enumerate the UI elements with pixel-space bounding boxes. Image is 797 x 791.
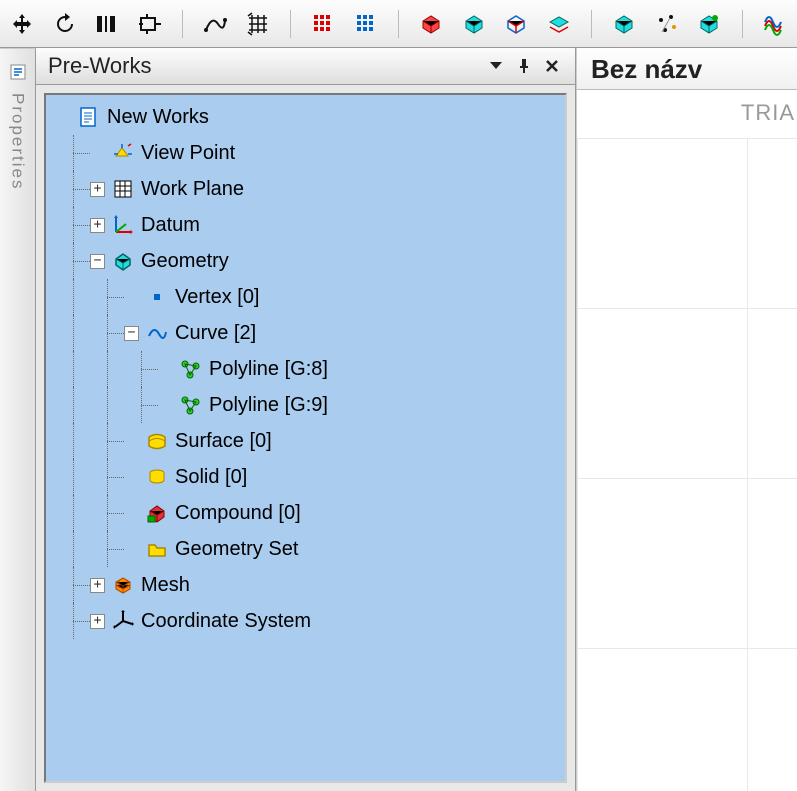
viewpoint-icon <box>111 141 135 165</box>
tree-expander[interactable]: + <box>90 182 105 197</box>
tree-expander[interactable]: + <box>90 218 105 233</box>
mesh-icon <box>111 573 135 597</box>
box-cyan-icon[interactable] <box>459 8 488 40</box>
viewport-panel: Bez názv TRIA <box>576 48 797 791</box>
tree-expander[interactable]: + <box>90 578 105 593</box>
wave-icon[interactable] <box>760 8 789 40</box>
viewport-title: Bez názv <box>577 48 797 90</box>
tree-item[interactable]: Solid [0] <box>48 459 563 495</box>
tree-item[interactable]: + Work Plane <box>48 171 563 207</box>
folder-icon <box>145 537 169 561</box>
doc-icon <box>77 105 101 129</box>
flip-icon[interactable] <box>93 8 122 40</box>
box-red2-icon[interactable] <box>695 8 724 40</box>
tree-item[interactable]: Surface [0] <box>48 423 563 459</box>
viewport-grid[interactable] <box>577 138 797 791</box>
polyline-icon <box>179 357 203 381</box>
solid-icon <box>145 465 169 489</box>
tree-item-label: New Works <box>107 106 209 129</box>
curve-tool-icon[interactable] <box>201 8 230 40</box>
dots-icon[interactable] <box>652 8 681 40</box>
main-toolbar <box>0 0 797 48</box>
pre-works-panel: Pre-Works New Works View Point + Work Plane… <box>36 48 576 791</box>
curve-icon <box>145 321 169 345</box>
grid-icon <box>111 177 135 201</box>
tree-item[interactable]: + Mesh <box>48 567 563 603</box>
offset-icon[interactable] <box>136 8 165 40</box>
tree-item-label: Work Plane <box>141 178 244 201</box>
toolbar-separator <box>742 10 743 38</box>
move-icon[interactable] <box>8 8 37 40</box>
toolbar-separator <box>290 10 291 38</box>
tree-expander[interactable]: + <box>90 614 105 629</box>
tree-expander[interactable]: − <box>90 254 105 269</box>
tree[interactable]: New Works View Point + Work Plane + Datum − Geo… <box>48 99 563 639</box>
matrix-blue-icon[interactable] <box>352 8 381 40</box>
tree-item[interactable]: Geometry Set <box>48 531 563 567</box>
properties-tab[interactable]: Properties <box>0 48 36 791</box>
vertex-icon <box>145 285 169 309</box>
compound-icon <box>145 501 169 525</box>
tree-item[interactable]: Polyline [G:8] <box>48 351 563 387</box>
tree-item[interactable]: New Works <box>48 99 563 135</box>
surface-icon <box>145 429 169 453</box>
panel-dropdown-icon[interactable] <box>485 55 507 77</box>
panel-close-icon[interactable] <box>541 55 563 77</box>
tree-container: New Works View Point + Work Plane + Datum − Geo… <box>44 93 567 783</box>
tree-item[interactable]: − Geometry <box>48 243 563 279</box>
properties-tab-label: Properties <box>8 93 28 190</box>
viewport-subtitle: TRIA <box>577 90 797 126</box>
shape1-icon[interactable] <box>502 8 531 40</box>
matrix-red-icon[interactable] <box>309 8 338 40</box>
tree-item-label: Compound [0] <box>175 502 301 525</box>
tree-item-label: Coordinate System <box>141 610 311 633</box>
datum-icon <box>111 213 135 237</box>
tree-item[interactable]: Polyline [G:9] <box>48 387 563 423</box>
panel-title: Pre-Works <box>48 53 152 79</box>
rotate-icon[interactable] <box>51 8 80 40</box>
tree-item[interactable]: Vertex [0] <box>48 279 563 315</box>
box-green-icon[interactable] <box>610 8 639 40</box>
tree-item-label: Solid [0] <box>175 466 247 489</box>
shape2-icon[interactable] <box>545 8 574 40</box>
tree-item-label: Curve [2] <box>175 322 256 345</box>
tree-item-label: Vertex [0] <box>175 286 260 309</box>
toolbar-separator <box>591 10 592 38</box>
tree-item-label: Surface [0] <box>175 430 272 453</box>
grid-tool-icon[interactable] <box>244 8 273 40</box>
tree-item[interactable]: View Point <box>48 135 563 171</box>
tree-item[interactable]: Compound [0] <box>48 495 563 531</box>
tree-item-label: Geometry <box>141 250 229 273</box>
coord-icon <box>111 609 135 633</box>
main-area: Properties Pre-Works New Works View Point… <box>0 48 797 791</box>
tree-item[interactable]: − Curve [2] <box>48 315 563 351</box>
toolbar-separator <box>398 10 399 38</box>
tree-item-label: Polyline [G:9] <box>209 394 328 417</box>
panel-pin-icon[interactable] <box>513 55 535 77</box>
geometry-icon <box>111 249 135 273</box>
tree-item-label: Datum <box>141 214 200 237</box>
panel-header: Pre-Works <box>36 48 575 85</box>
toolbar-separator <box>182 10 183 38</box>
tree-item[interactable]: + Datum <box>48 207 563 243</box>
polyline-icon <box>179 393 203 417</box>
tree-item-label: View Point <box>141 142 235 165</box>
tree-item-label: Polyline [G:8] <box>209 358 328 381</box>
tree-item-label: Mesh <box>141 574 190 597</box>
box-red-icon[interactable] <box>417 8 446 40</box>
tree-item-label: Geometry Set <box>175 538 298 561</box>
tree-item[interactable]: + Coordinate System <box>48 603 563 639</box>
tree-expander[interactable]: − <box>124 326 139 341</box>
